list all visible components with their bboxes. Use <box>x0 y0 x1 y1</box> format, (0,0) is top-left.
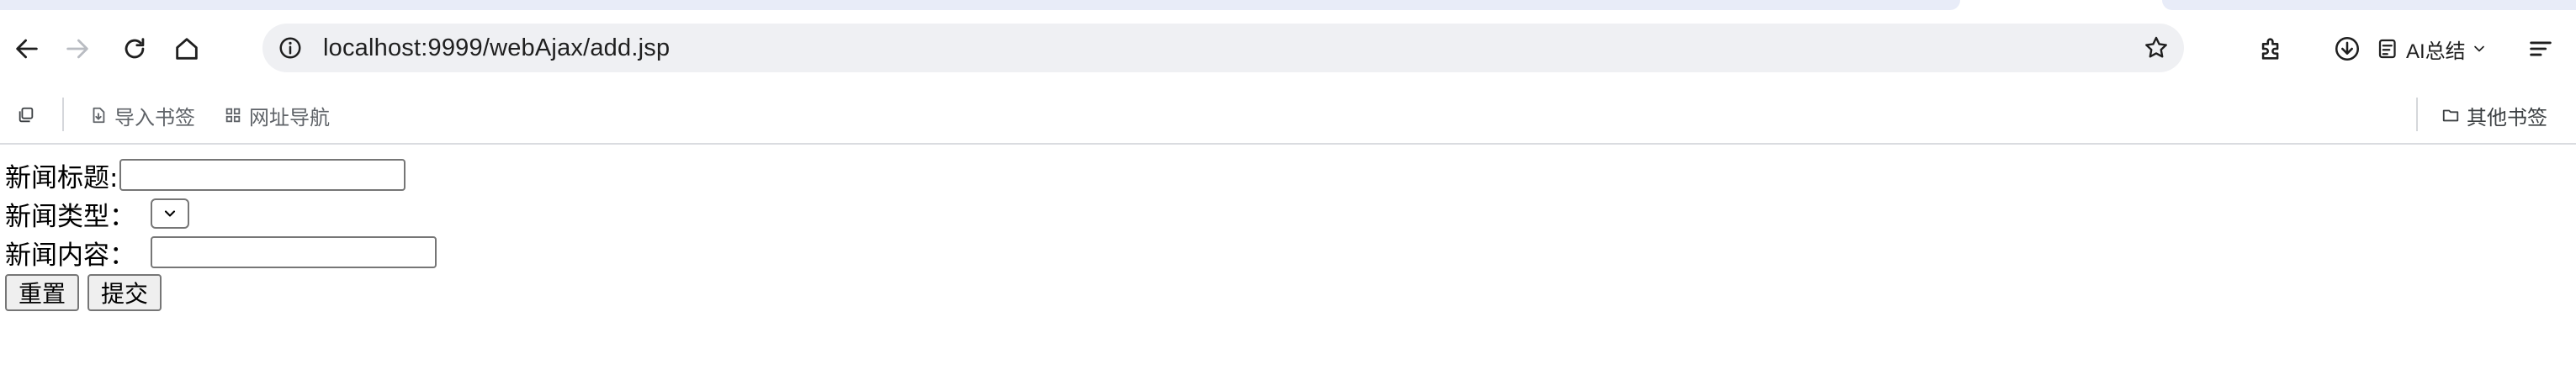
news-content-label: 新闻内容： <box>5 240 135 271</box>
menu-button[interactable] <box>2520 29 2561 69</box>
grid-icon <box>225 108 241 123</box>
news-type-row: 新闻类型： <box>5 195 189 232</box>
reload-icon <box>125 38 145 59</box>
bookmark-import-label: 导入书签 <box>114 106 195 129</box>
news-title-input[interactable] <box>119 159 406 191</box>
menu-icon <box>2530 41 2552 56</box>
folder-icon <box>2442 109 2459 122</box>
chevron-down-icon <box>164 210 176 217</box>
back-button[interactable] <box>0 22 54 76</box>
address-bar[interactable]: localhost:9999/webAjax/add.jsp <box>262 24 2184 72</box>
bookmark-import[interactable]: 导入书签 <box>89 96 195 135</box>
news-content-row: 新闻内容： <box>5 234 437 271</box>
ai-summary-button[interactable]: AI总结 <box>2376 29 2488 69</box>
tab-strip <box>0 0 2576 10</box>
bookmarks-bar: 导入书签 网址导航 其他书签 <box>0 87 2576 145</box>
other-bookmarks[interactable]: 其他书签 <box>2441 96 2547 135</box>
tab-strip-active-region <box>0 0 1960 10</box>
arrow-left-icon <box>16 39 38 59</box>
url-text[interactable]: localhost:9999/webAjax/add.jsp <box>323 24 670 72</box>
reload-button[interactable] <box>108 22 162 76</box>
info-icon <box>279 37 301 59</box>
home-icon <box>176 38 198 60</box>
form-buttons-row: 重置 提交 <box>5 274 162 311</box>
bookmark-separator-right <box>2416 98 2418 131</box>
ai-list-icon <box>2378 39 2396 59</box>
bookmark-separator <box>62 98 64 131</box>
puzzle-icon <box>2261 38 2279 60</box>
downloads-button[interactable] <box>2327 29 2367 69</box>
chevron-down-icon <box>2473 45 2484 52</box>
news-type-select[interactable] <box>151 198 189 229</box>
other-bookmarks-label: 其他书签 <box>2467 106 2547 129</box>
reset-button[interactable]: 重置 <box>5 274 80 311</box>
site-info-button[interactable] <box>274 32 306 64</box>
tab-search-button[interactable] <box>17 96 35 135</box>
download-icon <box>2335 36 2360 61</box>
arrow-right-icon <box>66 39 88 59</box>
news-type-label: 新闻类型： <box>5 201 135 232</box>
star-icon <box>2145 36 2167 58</box>
ai-summary-label: AI总结 <box>2406 40 2466 63</box>
bookmark-nav-label: 网址导航 <box>249 106 330 129</box>
browser-toolbar: localhost:9999/webAjax/add.jsp AI总结 <box>0 10 2576 87</box>
bookmark-nav[interactable]: 网址导航 <box>224 96 330 135</box>
news-title-row: 新闻标题: <box>5 156 406 193</box>
extensions-button[interactable] <box>2251 29 2292 69</box>
import-icon <box>93 107 105 124</box>
submit-button[interactable]: 提交 <box>87 274 162 311</box>
tab-strip-right-region <box>2162 0 2576 10</box>
home-button[interactable] <box>160 22 214 76</box>
news-title-label: 新闻标题: <box>5 162 119 193</box>
forward-button[interactable] <box>50 22 104 76</box>
news-content-input[interactable] <box>151 236 437 268</box>
tab-copy-icon <box>19 107 34 123</box>
bookmark-star-button[interactable] <box>2140 32 2172 64</box>
